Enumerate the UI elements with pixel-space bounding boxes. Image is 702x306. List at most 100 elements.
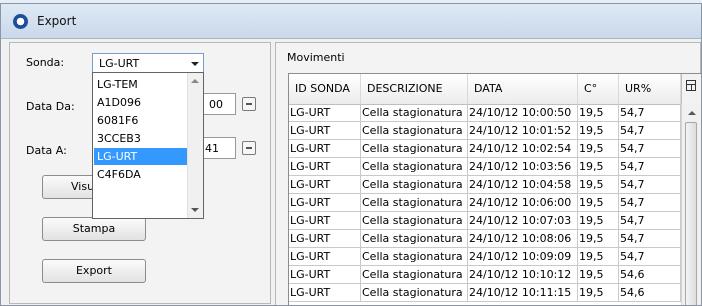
movimenti-title: Movimenti: [287, 51, 345, 64]
data-a-label: Data A:: [26, 144, 67, 157]
table-cell: Cella stagionatura: [361, 230, 468, 248]
table-cell: Cella stagionatura: [361, 104, 468, 122]
table-cell: 54,7: [619, 194, 681, 212]
table-cell: Cella stagionatura: [361, 266, 468, 284]
table-cell: 24/10/12 10:02:54: [468, 140, 578, 158]
table-cell: LG-URT: [289, 194, 361, 212]
table-cell: 19,5: [578, 248, 619, 266]
column-header[interactable]: C°: [578, 74, 619, 104]
data-a-time: 41: [205, 142, 219, 155]
table-cell: LG-URT: [289, 248, 361, 266]
table-cell: 24/10/12 10:01:52: [468, 122, 578, 140]
table-cell: 19,5: [578, 230, 619, 248]
table-cell: LG-URT: [289, 266, 361, 284]
sonda-label: Sonda:: [26, 56, 65, 69]
table-cell: LG-URT: [289, 212, 361, 230]
table-cell: 24/10/12 10:09:09: [468, 248, 578, 266]
filter-panel: Sonda: LG-URT Data Da: 00 Data A: 41 Vis…: [9, 42, 271, 304]
sonda-option[interactable]: 3CCEB3: [94, 130, 189, 147]
column-chooser-icon[interactable]: [681, 74, 701, 104]
table-row[interactable]: LG-URT Cella stagionatura 24/10/12 10:01:5…: [289, 122, 681, 140]
sonda-option[interactable]: 6081F6: [94, 112, 189, 129]
table-cell: Cella stagionatura: [361, 284, 468, 302]
table-cell: LG-URT: [289, 122, 361, 140]
table-row[interactable]: LG-URT Cella stagionatura 24/10/12 10:03:5…: [289, 158, 681, 176]
column-header[interactable]: ID SONDA: [289, 74, 361, 104]
table-row[interactable]: LG-URT Cella stagionatura 24/10/12 10:02:5…: [289, 140, 681, 158]
scrollbar-thumb[interactable]: [685, 122, 697, 305]
data-da-label: Data Da:: [26, 100, 75, 113]
table-cell: 54,7: [619, 176, 681, 194]
title-bar: Export: [1, 4, 701, 39]
scroll-down-icon[interactable]: [191, 208, 199, 212]
table-cell: Cella stagionatura: [361, 140, 468, 158]
sonda-option[interactable]: C4F6DA: [94, 166, 189, 183]
table-cell: 19,5: [578, 158, 619, 176]
table-cell: 19,5: [578, 284, 619, 302]
calendar-icon[interactable]: [242, 141, 256, 155]
table-cell: LG-URT: [289, 104, 361, 122]
chevron-down-icon[interactable]: [191, 62, 199, 66]
table-row[interactable]: LG-URT Cella stagionatura 24/10/12 10:11:1…: [289, 284, 681, 302]
sonda-dropdown-list: LG-TEM A1D096 6081F6 3CCEB3 LG-URT C4F6DA: [92, 72, 204, 219]
movimenti-panel: Movimenti ID SONDA DESCRIZIONE DATA C° UR% L…: [275, 42, 701, 305]
table-cell: LG-URT: [289, 158, 361, 176]
table-cell: Cella stagionatura: [361, 248, 468, 266]
table-row[interactable]: LG-URT Cella stagionatura 24/10/12 10:04:5…: [289, 176, 681, 194]
table-cell: 19,5: [578, 266, 619, 284]
column-header[interactable]: DESCRIZIONE: [361, 74, 468, 104]
table-cell: Cella stagionatura: [361, 122, 468, 140]
sonda-option[interactable]: LG-TEM: [94, 76, 189, 93]
sonda-option[interactable]: A1D096: [94, 94, 189, 111]
table-cell: 24/10/12 10:03:56: [468, 158, 578, 176]
data-da-time: 00: [209, 98, 223, 111]
table-cell: 24/10/12 10:06:00: [468, 194, 578, 212]
table-row[interactable]: LG-URT Cella stagionatura 24/10/12 10:07:0…: [289, 212, 681, 230]
column-header[interactable]: DATA: [468, 74, 578, 104]
table-cell: 54,7: [619, 248, 681, 266]
table-cell: 19,5: [578, 122, 619, 140]
table-row[interactable]: LG-URT Cella stagionatura 24/10/12 10:10:1…: [289, 266, 681, 284]
table-cell: Cella stagionatura: [361, 212, 468, 230]
table-cell: 54,7: [619, 140, 681, 158]
table-cell: 54,7: [619, 230, 681, 248]
table-cell: 24/10/12 10:11:15: [468, 284, 578, 302]
table-cell: 24/10/12 10:08:06: [468, 230, 578, 248]
window-title: Export: [37, 14, 77, 28]
grid-header: ID SONDA DESCRIZIONE DATA C° UR%: [289, 74, 681, 105]
table-cell: 54,6: [619, 266, 681, 284]
export-button[interactable]: Export: [42, 259, 146, 283]
sonda-option[interactable]: LG-URT: [94, 148, 189, 165]
stampa-button[interactable]: Stampa: [42, 217, 146, 241]
movimenti-grid: ID SONDA DESCRIZIONE DATA C° UR% LG-URT Cella…: [288, 73, 701, 305]
sonda-combobox[interactable]: LG-URT: [92, 53, 204, 73]
table-row[interactable]: LG-URT Cella stagionatura 24/10/12 10:06:0…: [289, 194, 681, 212]
table-cell: 54,7: [619, 158, 681, 176]
table-cell: 54,7: [619, 212, 681, 230]
table-cell: LG-URT: [289, 140, 361, 158]
table-cell: LG-URT: [289, 230, 361, 248]
table-cell: 19,5: [578, 176, 619, 194]
sonda-value: LG-URT: [99, 57, 140, 70]
table-cell: 54,7: [619, 104, 681, 122]
export-window: Export Sonda: LG-URT Data Da: 00 Data A:…: [0, 3, 702, 306]
table-row[interactable]: LG-URT Cella stagionatura 24/10/12 10:00:5…: [289, 104, 681, 122]
table-cell: 19,5: [578, 140, 619, 158]
table-row[interactable]: LG-URT Cella stagionatura 24/10/12 10:08:0…: [289, 230, 681, 248]
table-cell: 19,5: [578, 194, 619, 212]
app-power-icon[interactable]: [13, 14, 28, 29]
scroll-up-icon[interactable]: [688, 111, 696, 115]
table-cell: 24/10/12 10:07:03: [468, 212, 578, 230]
table-cell: 24/10/12 10:10:12: [468, 266, 578, 284]
scroll-up-icon[interactable]: [191, 79, 199, 83]
calendar-icon[interactable]: [242, 97, 256, 111]
table-cell: Cella stagionatura: [361, 176, 468, 194]
dropdown-scrollbar[interactable]: [187, 73, 203, 218]
table-cell: Cella stagionatura: [361, 158, 468, 176]
grid-scrollbar[interactable]: [681, 104, 701, 305]
table-cell: 24/10/12 10:00:50: [468, 104, 578, 122]
table-cell: LG-URT: [289, 176, 361, 194]
table-row[interactable]: LG-URT Cella stagionatura 24/10/12 10:09:0…: [289, 248, 681, 266]
table-cell: 24/10/12 10:04:58: [468, 176, 578, 194]
column-header[interactable]: UR%: [619, 74, 681, 104]
